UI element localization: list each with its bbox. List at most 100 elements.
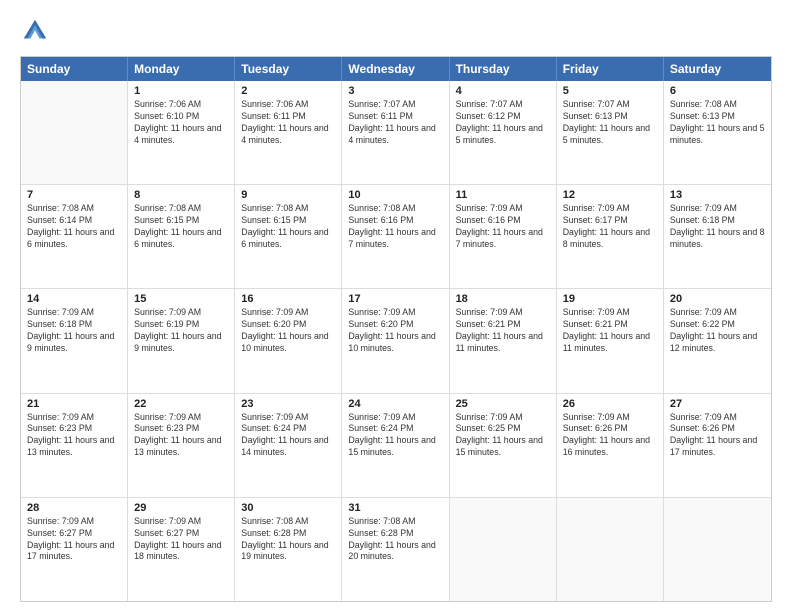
day-info: Sunrise: 7:09 AMSunset: 6:23 PMDaylight:… xyxy=(134,412,228,460)
day-info: Sunrise: 7:07 AMSunset: 6:11 PMDaylight:… xyxy=(348,99,442,147)
day-number: 14 xyxy=(27,293,121,305)
calendar-row-5: 28 Sunrise: 7:09 AMSunset: 6:27 PMDayligh… xyxy=(21,498,771,601)
day-info: Sunrise: 7:08 AMSunset: 6:15 PMDaylight:… xyxy=(134,203,228,251)
day-info: Sunrise: 7:09 AMSunset: 6:26 PMDaylight:… xyxy=(670,412,765,460)
logo xyxy=(20,16,54,46)
day-info: Sunrise: 7:07 AMSunset: 6:13 PMDaylight:… xyxy=(563,99,657,147)
day-info: Sunrise: 7:09 AMSunset: 6:24 PMDaylight:… xyxy=(348,412,442,460)
calendar-header: SundayMondayTuesdayWednesdayThursdayFrid… xyxy=(21,57,771,81)
calendar-row-2: 7 Sunrise: 7:08 AMSunset: 6:14 PMDaylight… xyxy=(21,185,771,289)
calendar-cell: 28 Sunrise: 7:09 AMSunset: 6:27 PMDayligh… xyxy=(21,498,128,601)
day-number: 21 xyxy=(27,398,121,410)
calendar-cell: 17Sunrise: 7:09 AMSunset: 6:20 PMDayligh… xyxy=(342,289,449,392)
calendar-body: 1 Sunrise: 7:06 AMSunset: 6:10 PMDaylight… xyxy=(21,81,771,601)
day-info: Sunrise: 7:08 AMSunset: 6:13 PMDaylight:… xyxy=(670,99,765,147)
calendar-cell: 10Sunrise: 7:08 AMSunset: 6:16 PMDayligh… xyxy=(342,185,449,288)
calendar-cell: 19Sunrise: 7:09 AMSunset: 6:21 PMDayligh… xyxy=(557,289,664,392)
day-number: 2 xyxy=(241,85,335,97)
calendar-cell: 8 Sunrise: 7:08 AMSunset: 6:15 PMDaylight… xyxy=(128,185,235,288)
calendar-cell: 13 Sunrise: 7:09 AMSunset: 6:18 PMDayligh… xyxy=(664,185,771,288)
day-info: Sunrise: 7:09 AMSunset: 6:18 PMDaylight:… xyxy=(670,203,765,251)
day-number: 5 xyxy=(563,85,657,97)
day-info: Sunrise: 7:09 AMSunset: 6:26 PMDaylight:… xyxy=(563,412,657,460)
weekday-header-thursday: Thursday xyxy=(450,57,557,81)
calendar-row-3: 14 Sunrise: 7:09 AMSunset: 6:18 PMDayligh… xyxy=(21,289,771,393)
weekday-header-monday: Monday xyxy=(128,57,235,81)
day-number: 26 xyxy=(563,398,657,410)
day-info: Sunrise: 7:08 AMSunset: 6:14 PMDaylight:… xyxy=(27,203,121,251)
day-number: 20 xyxy=(670,293,765,305)
calendar-cell: 29 Sunrise: 7:09 AMSunset: 6:27 PMDayligh… xyxy=(128,498,235,601)
day-info: Sunrise: 7:09 AMSunset: 6:27 PMDaylight:… xyxy=(134,516,228,564)
calendar-cell xyxy=(450,498,557,601)
day-number: 7 xyxy=(27,189,121,201)
day-info: Sunrise: 7:07 AMSunset: 6:12 PMDaylight:… xyxy=(456,99,550,147)
calendar-cell: 11 Sunrise: 7:09 AMSunset: 6:16 PMDayligh… xyxy=(450,185,557,288)
day-info: Sunrise: 7:09 AMSunset: 6:27 PMDaylight:… xyxy=(27,516,121,564)
day-number: 29 xyxy=(134,502,228,514)
calendar-row-4: 21 Sunrise: 7:09 AMSunset: 6:23 PMDayligh… xyxy=(21,394,771,498)
day-number: 12 xyxy=(563,189,657,201)
day-info: Sunrise: 7:09 AMSunset: 6:21 PMDaylight:… xyxy=(456,307,550,355)
day-number: 9 xyxy=(241,189,335,201)
day-info: Sunrise: 7:09 AMSunset: 6:20 PMDaylight:… xyxy=(348,307,442,355)
page-header xyxy=(20,16,772,46)
day-number: 11 xyxy=(456,189,550,201)
calendar-cell: 5 Sunrise: 7:07 AMSunset: 6:13 PMDaylight… xyxy=(557,81,664,184)
calendar-cell: 30Sunrise: 7:08 AMSunset: 6:28 PMDayligh… xyxy=(235,498,342,601)
calendar-cell xyxy=(21,81,128,184)
calendar-cell: 23Sunrise: 7:09 AMSunset: 6:24 PMDayligh… xyxy=(235,394,342,497)
day-info: Sunrise: 7:09 AMSunset: 6:19 PMDaylight:… xyxy=(134,307,228,355)
calendar-cell: 7 Sunrise: 7:08 AMSunset: 6:14 PMDaylight… xyxy=(21,185,128,288)
day-info: Sunrise: 7:09 AMSunset: 6:16 PMDaylight:… xyxy=(456,203,550,251)
day-number: 28 xyxy=(27,502,121,514)
calendar-cell: 21 Sunrise: 7:09 AMSunset: 6:23 PMDayligh… xyxy=(21,394,128,497)
day-info: Sunrise: 7:08 AMSunset: 6:15 PMDaylight:… xyxy=(241,203,335,251)
calendar-cell: 26 Sunrise: 7:09 AMSunset: 6:26 PMDayligh… xyxy=(557,394,664,497)
calendar-cell xyxy=(557,498,664,601)
calendar: SundayMondayTuesdayWednesdayThursdayFrid… xyxy=(20,56,772,602)
day-number: 19 xyxy=(563,293,657,305)
weekday-header-friday: Friday xyxy=(557,57,664,81)
weekday-header-sunday: Sunday xyxy=(21,57,128,81)
day-number: 10 xyxy=(348,189,442,201)
day-number: 31 xyxy=(348,502,442,514)
calendar-row-1: 1 Sunrise: 7:06 AMSunset: 6:10 PMDaylight… xyxy=(21,81,771,185)
day-number: 22 xyxy=(134,398,228,410)
day-number: 1 xyxy=(134,85,228,97)
day-number: 15 xyxy=(134,293,228,305)
weekday-header-saturday: Saturday xyxy=(664,57,771,81)
day-info: Sunrise: 7:06 AMSunset: 6:11 PMDaylight:… xyxy=(241,99,335,147)
day-number: 18 xyxy=(456,293,550,305)
calendar-cell: 1 Sunrise: 7:06 AMSunset: 6:10 PMDaylight… xyxy=(128,81,235,184)
calendar-cell: 22 Sunrise: 7:09 AMSunset: 6:23 PMDayligh… xyxy=(128,394,235,497)
weekday-header-wednesday: Wednesday xyxy=(342,57,449,81)
day-number: 27 xyxy=(670,398,765,410)
day-info: Sunrise: 7:09 AMSunset: 6:17 PMDaylight:… xyxy=(563,203,657,251)
calendar-cell: 3Sunrise: 7:07 AMSunset: 6:11 PMDaylight… xyxy=(342,81,449,184)
day-info: Sunrise: 7:06 AMSunset: 6:10 PMDaylight:… xyxy=(134,99,228,147)
calendar-cell: 12 Sunrise: 7:09 AMSunset: 6:17 PMDayligh… xyxy=(557,185,664,288)
calendar-cell: 24Sunrise: 7:09 AMSunset: 6:24 PMDayligh… xyxy=(342,394,449,497)
calendar-cell xyxy=(664,498,771,601)
calendar-cell: 31Sunrise: 7:08 AMSunset: 6:28 PMDayligh… xyxy=(342,498,449,601)
weekday-header-tuesday: Tuesday xyxy=(235,57,342,81)
day-info: Sunrise: 7:09 AMSunset: 6:23 PMDaylight:… xyxy=(27,412,121,460)
day-info: Sunrise: 7:09 AMSunset: 6:18 PMDaylight:… xyxy=(27,307,121,355)
calendar-cell: 16 Sunrise: 7:09 AMSunset: 6:20 PMDayligh… xyxy=(235,289,342,392)
day-number: 30 xyxy=(241,502,335,514)
day-info: Sunrise: 7:09 AMSunset: 6:22 PMDaylight:… xyxy=(670,307,765,355)
day-number: 8 xyxy=(134,189,228,201)
day-info: Sunrise: 7:09 AMSunset: 6:20 PMDaylight:… xyxy=(241,307,335,355)
day-number: 13 xyxy=(670,189,765,201)
day-number: 16 xyxy=(241,293,335,305)
calendar-cell: 2 Sunrise: 7:06 AMSunset: 6:11 PMDaylight… xyxy=(235,81,342,184)
calendar-cell: 25Sunrise: 7:09 AMSunset: 6:25 PMDayligh… xyxy=(450,394,557,497)
day-number: 6 xyxy=(670,85,765,97)
calendar-cell: 4 Sunrise: 7:07 AMSunset: 6:12 PMDaylight… xyxy=(450,81,557,184)
day-number: 4 xyxy=(456,85,550,97)
calendar-cell: 14 Sunrise: 7:09 AMSunset: 6:18 PMDayligh… xyxy=(21,289,128,392)
calendar-cell: 20 Sunrise: 7:09 AMSunset: 6:22 PMDayligh… xyxy=(664,289,771,392)
logo-icon xyxy=(20,16,50,46)
day-number: 25 xyxy=(456,398,550,410)
